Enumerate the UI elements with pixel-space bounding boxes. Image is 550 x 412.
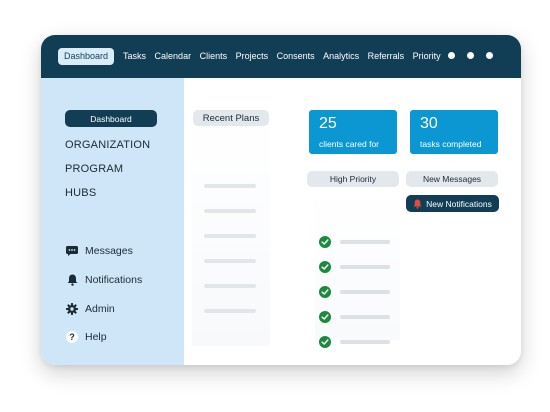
check-circle-icon [319, 236, 331, 248]
task-row[interactable] [319, 236, 390, 248]
task-row[interactable] [319, 336, 390, 348]
sidebar-item-label: Notifications [85, 274, 143, 286]
sidebar-dashboard-button[interactable]: Dashboard [65, 110, 157, 127]
nav-tasks[interactable]: Tasks [123, 52, 146, 61]
nav-consents[interactable]: Consents [277, 52, 315, 61]
nav-projects[interactable]: Projects [236, 52, 269, 61]
sidebar-item-label: Admin [85, 303, 115, 315]
sidebar-item-help[interactable]: ? Help [65, 330, 107, 344]
task-placeholder-line [340, 265, 390, 269]
sidebar-item-organization[interactable]: ORGANIZATION [65, 139, 150, 151]
sidebar-item-admin[interactable]: Admin [65, 302, 115, 316]
sidebar-item-program[interactable]: PROGRAM [65, 163, 123, 175]
nav-calendar[interactable]: Calendar [155, 52, 192, 61]
new-messages-button[interactable]: New Messages [406, 171, 498, 187]
plan-placeholder-line[interactable] [204, 234, 256, 238]
nav-dashboard[interactable]: Dashboard [58, 48, 115, 65]
nav-clients[interactable]: Clients [200, 52, 228, 61]
sidebar-item-messages[interactable]: Messages [65, 244, 133, 258]
task-placeholder-line [340, 240, 390, 244]
clients-stat-card[interactable]: 25 clients cared for [309, 110, 397, 154]
new-notifications-button[interactable]: New Notifications [406, 195, 499, 212]
plan-placeholder-line[interactable] [204, 209, 256, 213]
chat-icon [65, 244, 79, 258]
task-row[interactable] [319, 261, 390, 273]
plan-placeholder-line[interactable] [204, 284, 256, 288]
task-placeholder-line [340, 340, 390, 344]
nav-referrals[interactable]: Referrals [368, 52, 405, 61]
help-icon: ? [65, 330, 79, 344]
check-circle-icon [319, 261, 331, 273]
sidebar-item-notifications[interactable]: Notifications [65, 273, 142, 287]
stat-number: 25 [319, 115, 337, 132]
nav-priority[interactable]: Priority [413, 52, 441, 61]
notif-label: New Notifications [426, 198, 492, 209]
check-circle-icon [319, 336, 331, 348]
sidebar-item-label: Help [85, 331, 107, 343]
task-placeholder-line [340, 315, 390, 319]
stat-number: 30 [420, 115, 438, 132]
window-dot-3[interactable] [486, 52, 493, 59]
nav-analytics[interactable]: Analytics [323, 52, 359, 61]
high-priority-button[interactable]: High Priority [307, 171, 399, 187]
tasks-stat-card[interactable]: 30 tasks completed [410, 110, 498, 154]
top-nav-bar: Dashboard Tasks Calendar Clients Project… [41, 35, 521, 78]
gear-icon [65, 302, 79, 316]
bell-icon [65, 273, 79, 287]
sidebar-item-label: Messages [85, 245, 133, 257]
app-window: Dashboard Tasks Calendar Clients Project… [41, 35, 521, 365]
recent-plans-button[interactable]: Recent Plans [193, 110, 269, 126]
window-dot-1[interactable] [448, 52, 455, 59]
main-content: Recent Plans 25 clients cared for 30 tas… [184, 78, 521, 365]
task-placeholder-line [340, 290, 390, 294]
window-controls [448, 52, 493, 59]
window-dot-2[interactable] [467, 52, 474, 59]
check-circle-icon [319, 286, 331, 298]
task-row[interactable] [319, 286, 390, 298]
stat-label: clients cared for [319, 139, 379, 149]
task-row[interactable] [319, 311, 390, 323]
sidebar: Dashboard ORGANIZATION PROGRAM HUBS Mess… [41, 78, 184, 365]
plan-placeholder-line[interactable] [204, 309, 256, 313]
plan-placeholder-line[interactable] [204, 259, 256, 263]
sidebar-item-hubs[interactable]: HUBS [65, 187, 96, 199]
bell-icon [413, 199, 422, 209]
check-circle-icon [319, 311, 331, 323]
svg-text:?: ? [69, 332, 75, 342]
stat-label: tasks completed [420, 139, 482, 149]
plan-placeholder-line[interactable] [204, 184, 256, 188]
